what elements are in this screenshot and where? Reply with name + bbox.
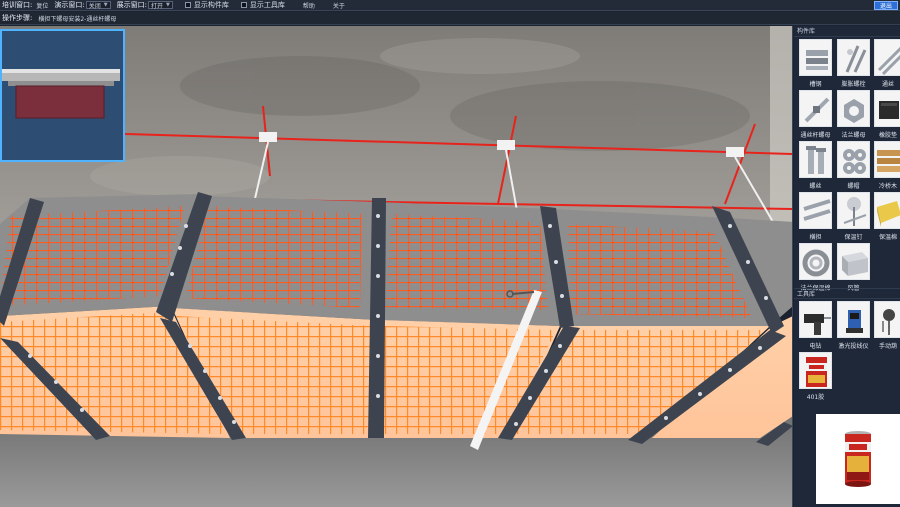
part-rod-nut[interactable]: 通丝杆螺母 <box>797 90 834 141</box>
part-label: 横担 <box>809 234 822 241</box>
demo-window-label: 演示窗口: <box>54 1 85 9</box>
minimap[interactable] <box>0 29 125 162</box>
top-toolbar: 培训窗口: 复位 演示窗口: 关闭 ▼ 展示窗口: 打开 ▼ 显示构件库 显示工具库… <box>0 0 900 11</box>
part-label: 螺丝 <box>809 183 822 190</box>
parts-grid: 槽钢 膨胀螺栓 通丝 通丝杆螺母 法兰螺母 橡胶垫 螺丝 螺帽 冷桥木 横担 保… <box>794 37 900 294</box>
nut-cap-icon <box>837 141 870 178</box>
training-window-label: 培训窗口: <box>2 1 33 9</box>
checkbox-icon <box>184 2 191 8</box>
ceiling-edge <box>770 26 792 226</box>
part-expansion-bolt[interactable]: 膨胀螺栓 <box>835 39 872 90</box>
tool-chain-hoist[interactable]: 手动葫 <box>873 301 900 352</box>
rod-nut-icon <box>799 90 832 127</box>
tool-electric-drill[interactable]: 电钻 <box>797 301 834 352</box>
chevron-down-icon: ▼ <box>103 2 108 8</box>
crossarm-icon <box>799 192 832 229</box>
scene-viewport[interactable] <box>0 26 793 507</box>
rubber-pad-icon <box>874 90 900 127</box>
display-window-select[interactable]: 打开 ▼ <box>147 1 173 10</box>
show-tools-label: 显示工具库 <box>249 1 285 9</box>
part-insulation-nail[interactable]: 保温钉 <box>835 192 872 243</box>
laser-level-icon <box>837 301 870 338</box>
chain-hoist-icon <box>874 301 900 338</box>
part-label: 螺帽 <box>847 183 860 190</box>
demo-window-select[interactable]: 关闭 ▼ <box>85 1 111 10</box>
part-channel-steel[interactable]: 槽钢 <box>797 39 834 90</box>
tool-label: 手动葫 <box>878 343 897 350</box>
show-parts-checkbox[interactable]: 显示构件库 <box>184 0 229 10</box>
minimap-view <box>2 31 123 160</box>
part-label: 法兰螺母 <box>841 132 866 139</box>
part-flange-insulation[interactable]: 法兰保温棉 <box>797 243 834 294</box>
reset-button[interactable]: 复位 <box>32 1 52 10</box>
part-label: 保温钉 <box>844 234 863 241</box>
item-preview <box>816 414 900 504</box>
cold-bridge-wood-icon <box>874 141 900 178</box>
tools-library: 工具库 电钻 激光投线仪 手动葫 401胶 <box>794 288 900 403</box>
demo-window-value: 关闭 <box>88 2 101 10</box>
tool-glue-401[interactable]: 401胶 <box>797 352 834 403</box>
parts-library-title: 构件库 <box>794 26 900 37</box>
expansion-bolt-icon <box>837 39 870 76</box>
part-nut-cap[interactable]: 螺帽 <box>835 141 872 192</box>
display-window-value: 打开 <box>150 2 163 10</box>
part-label: 槽钢 <box>809 81 822 88</box>
chevron-down-icon: ▼ <box>165 2 170 8</box>
part-screw[interactable]: 螺丝 <box>797 141 834 192</box>
part-crossarm[interactable]: 横担 <box>797 192 834 243</box>
part-label: 橡胶垫 <box>878 132 897 139</box>
show-parts-label: 显示构件库 <box>193 1 229 9</box>
screw-icon <box>799 141 832 178</box>
tool-label: 激光投线仪 <box>838 343 869 350</box>
step-bar: 操作步骤: 横担下螺母安装2-通丝杆螺母 <box>0 12 900 25</box>
part-label: 膨胀螺栓 <box>841 81 866 88</box>
tool-label: 电钻 <box>809 343 822 350</box>
step-value: 横担下螺母安装2-通丝杆螺母 <box>38 15 117 23</box>
flange-insulation-icon <box>799 243 832 280</box>
tool-label: 401胶 <box>806 394 825 401</box>
air-duct-icon <box>837 243 870 280</box>
part-cold-bridge-wood[interactable]: 冷桥木 <box>873 141 900 192</box>
insulation-wool-icon <box>874 192 900 229</box>
checkbox-icon <box>240 2 247 8</box>
threaded-rod-icon <box>874 39 900 76</box>
insulation-nail-icon <box>837 192 870 229</box>
glue-401-icon <box>799 352 832 389</box>
flange-nut-icon <box>837 90 870 127</box>
step-label: 操作步骤: <box>2 14 33 22</box>
channel-steel-icon <box>799 39 832 76</box>
part-label: 冷桥木 <box>878 183 897 190</box>
glue-401-preview-icon <box>845 431 871 487</box>
tools-library-title: 工具库 <box>794 288 900 299</box>
electric-drill-icon <box>799 301 832 338</box>
help-menu[interactable]: 帮助 <box>303 1 315 10</box>
about-menu[interactable]: 关于 <box>333 1 345 10</box>
tool-laser-level[interactable]: 激光投线仪 <box>835 301 872 352</box>
part-threaded-rod[interactable]: 通丝 <box>873 39 900 90</box>
part-insulation-wool[interactable]: 保温棉 <box>873 192 900 243</box>
exit-button[interactable]: 退出 <box>874 1 898 10</box>
display-window-label: 展示窗口: <box>116 1 147 9</box>
part-rubber-pad[interactable]: 橡胶垫 <box>873 90 900 141</box>
show-tools-checkbox[interactable]: 显示工具库 <box>240 0 285 10</box>
part-label: 保温棉 <box>878 234 897 241</box>
tools-grid: 电钻 激光投线仪 手动葫 401胶 <box>794 299 900 403</box>
part-label: 通丝杆螺母 <box>800 132 831 139</box>
library-panel: 构件库 槽钢 膨胀螺栓 通丝 通丝杆螺母 法兰螺母 橡胶垫 螺丝 螺帽 冷桥木 … <box>794 26 900 507</box>
part-air-duct[interactable]: 风管 <box>835 243 872 294</box>
part-label: 通丝 <box>881 81 894 88</box>
part-flange-nut[interactable]: 法兰螺母 <box>835 90 872 141</box>
